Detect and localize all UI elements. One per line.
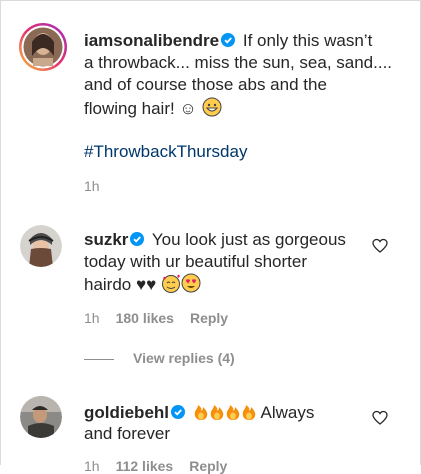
comment-line: flowing hair! ☺ (84, 97, 222, 123)
comment-line: hairdo ♥♥ (84, 273, 201, 299)
likes-count[interactable]: 180 likes (116, 310, 174, 326)
view-replies-divider (84, 359, 114, 360)
like-heart-icon[interactable] (372, 238, 388, 254)
verified-badge-icon (171, 403, 185, 419)
comment-text: If only this wasn’t (242, 31, 373, 50)
likes-count[interactable]: 112 likes (116, 458, 174, 474)
comment-text: a throwback... miss the sun, sea, sand..… (84, 53, 393, 72)
hashtag-link[interactable]: #ThrowbackThursday (84, 142, 247, 162)
fire-emoji-icon (193, 401, 257, 427)
comment-text: hairdo ♥♥ (84, 275, 157, 294)
smiling-face-with-hearts-emoji-icon (161, 273, 181, 299)
comment-text: Always (260, 403, 315, 422)
frame-border-left (0, 0, 1, 465)
verified-badge-icon (130, 230, 145, 246)
verified-badge-icon (221, 31, 236, 47)
avatar[interactable] (18, 22, 68, 72)
comment-line: suzkr You look just as gorgeous (84, 229, 346, 251)
avatar[interactable] (20, 225, 62, 267)
comment-text: and forever (84, 424, 170, 443)
comment-meta: 1h 180 likes Reply (84, 310, 244, 326)
comment-text: You look just as gorgeous (151, 230, 346, 249)
comment-text: flowing hair! ☺ (84, 99, 197, 118)
comment-text: today with ur beautiful shorter (84, 252, 308, 271)
timestamp[interactable]: 1h (84, 458, 100, 474)
username-link[interactable]: suzkr (84, 230, 128, 249)
avatar[interactable] (20, 396, 62, 438)
reply-button[interactable]: Reply (189, 458, 227, 474)
username-link[interactable]: iamsonalibendre (84, 31, 219, 50)
view-replies-button[interactable]: View replies (4) (133, 350, 235, 366)
heart-eyes-emoji-icon (181, 273, 201, 299)
comment-text: and of course those abs and the (84, 75, 327, 94)
grinning-face-emoji-icon (202, 97, 222, 123)
comment-meta: 1h (84, 178, 116, 194)
reply-button[interactable]: Reply (190, 310, 228, 326)
frame-border-top (0, 0, 421, 1)
timestamp[interactable]: 1h (84, 310, 100, 326)
comment-line: iamsonalibendre If only this wasn’t (84, 30, 372, 52)
timestamp[interactable]: 1h (84, 178, 100, 194)
username-link[interactable]: goldiebehl (84, 403, 169, 422)
like-heart-icon[interactable] (372, 410, 388, 426)
comment-meta: 1h 112 likes Reply (84, 458, 243, 474)
